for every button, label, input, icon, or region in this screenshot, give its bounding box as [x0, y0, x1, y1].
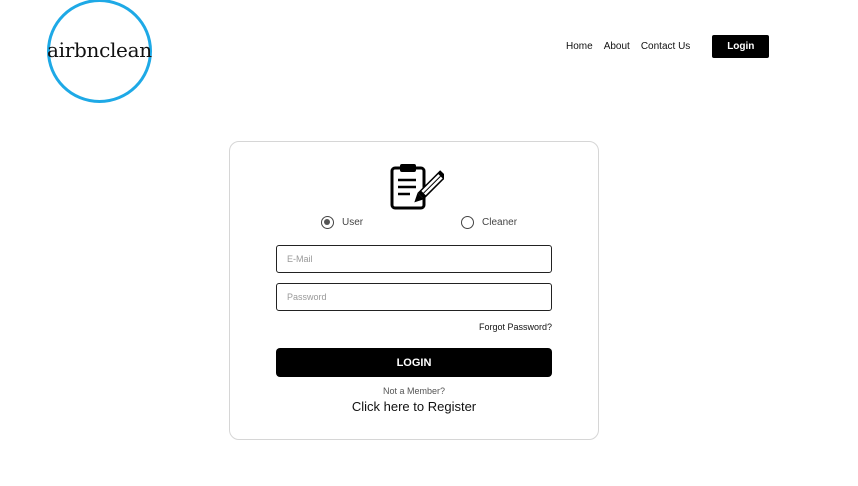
- nav-login-button[interactable]: Login: [712, 35, 770, 58]
- role-label-user: User: [342, 217, 364, 228]
- brand-name: airbnclean: [47, 38, 152, 62]
- role-label-cleaner: Cleaner: [482, 217, 518, 228]
- forgot-password-link[interactable]: Forgot Password?: [479, 322, 552, 332]
- login-submit-button[interactable]: LOGIN: [276, 348, 552, 377]
- role-radio-cleaner[interactable]: [461, 216, 474, 229]
- nav-link-about[interactable]: About: [604, 35, 630, 58]
- role-option-user[interactable]: User: [321, 216, 363, 229]
- role-option-cleaner[interactable]: Cleaner: [461, 216, 517, 229]
- not-member-text: Not a Member?: [382, 386, 446, 396]
- login-card: User Cleaner Forgot Password? LOGIN Not …: [229, 141, 599, 440]
- email-field[interactable]: [276, 245, 552, 273]
- clipboard-pencil-icon: [390, 164, 444, 210]
- role-selector: User Cleaner: [230, 216, 598, 232]
- password-field[interactable]: [276, 283, 552, 311]
- brand-logo[interactable]: airbnclean: [47, 0, 152, 103]
- nav-link-contact[interactable]: Contact Us: [641, 35, 690, 58]
- register-link[interactable]: Click here to Register: [230, 399, 598, 414]
- role-radio-user[interactable]: [321, 216, 334, 229]
- nav-link-home[interactable]: Home: [566, 35, 593, 58]
- top-nav: Home About Contact Us Login: [566, 35, 770, 58]
